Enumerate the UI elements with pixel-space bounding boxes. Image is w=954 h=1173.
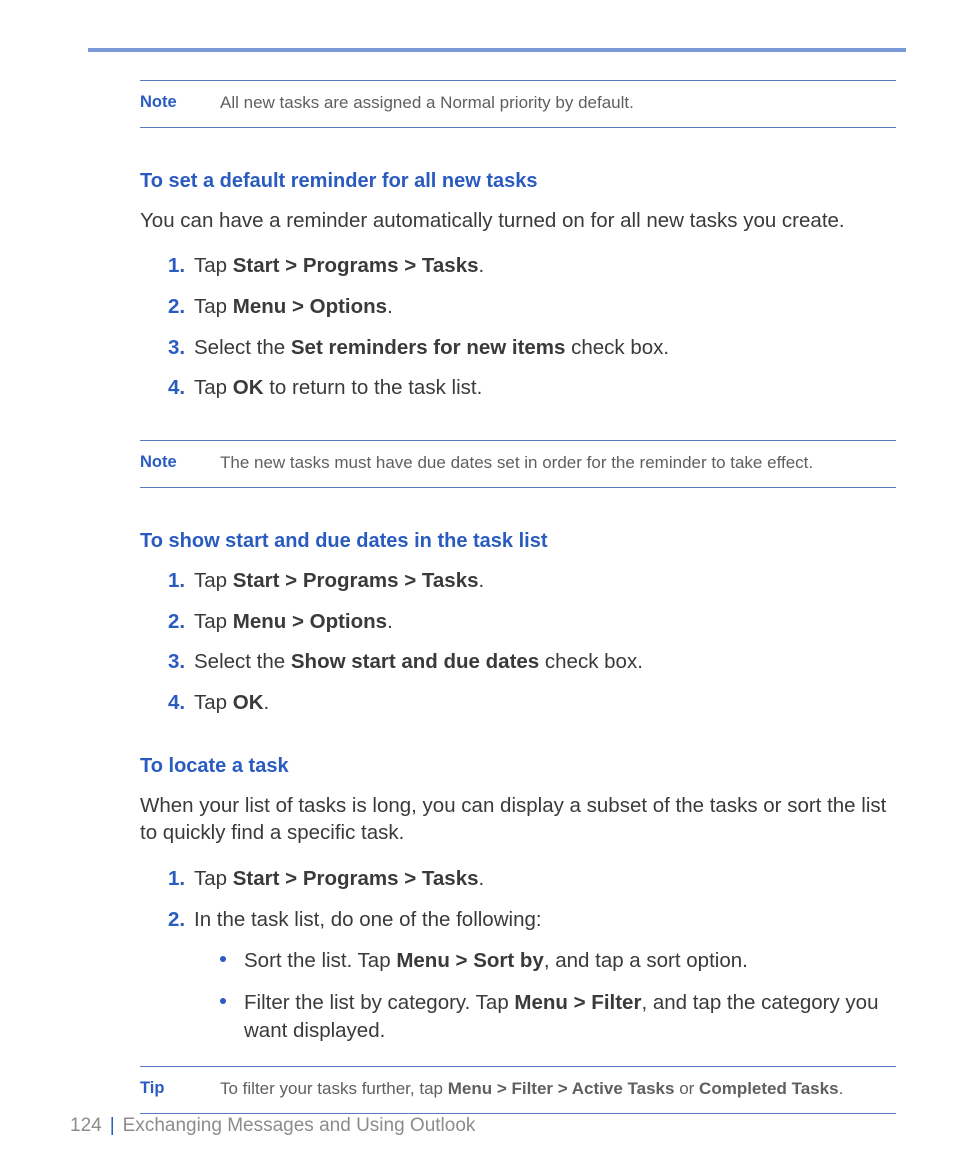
step-item: 3. Select the Set reminders for new item… bbox=[168, 334, 896, 362]
step-text: Tap OK to return to the task list. bbox=[194, 376, 482, 399]
tip-text: To filter your tasks further, tap Menu >… bbox=[220, 1077, 896, 1101]
step-item: 3. Select the Show start and due dates c… bbox=[168, 648, 896, 676]
page-container: Note All new tasks are assigned a Normal… bbox=[0, 0, 954, 1114]
step-item: 2. In the task list, do one of the follo… bbox=[168, 906, 896, 1045]
step-item: 2. Tap Menu > Options. bbox=[168, 293, 896, 321]
step-number: 1. bbox=[168, 865, 190, 893]
sub-bullet-text: Filter the list by category. Tap Menu > … bbox=[244, 991, 879, 1042]
step-text: Select the Set reminders for new items c… bbox=[194, 336, 669, 359]
step-text: Select the Show start and due dates chec… bbox=[194, 650, 643, 673]
section-heading: To set a default reminder for all new ta… bbox=[140, 170, 896, 193]
page-number: 124 bbox=[70, 1115, 102, 1137]
step-number: 1. bbox=[168, 252, 190, 280]
top-horizontal-rule bbox=[88, 48, 906, 52]
chapter-title: Exchanging Messages and Using Outlook bbox=[123, 1115, 476, 1137]
step-text: Tap Start > Programs > Tasks. bbox=[194, 254, 484, 277]
body-paragraph: When your list of tasks is long, you can… bbox=[140, 792, 896, 847]
step-item: 1. Tap Start > Programs > Tasks. bbox=[168, 865, 896, 893]
sub-bullet-item: Sort the list. Tap Menu > Sort by, and t… bbox=[220, 947, 896, 975]
step-number: 4. bbox=[168, 689, 190, 717]
step-number: 2. bbox=[168, 608, 190, 636]
step-item: 2. Tap Menu > Options. bbox=[168, 608, 896, 636]
step-number: 4. bbox=[168, 374, 190, 402]
footer-divider: | bbox=[110, 1115, 115, 1137]
ordered-steps: 1. Tap Start > Programs > Tasks. 2. Tap … bbox=[140, 252, 896, 402]
note-label: Note bbox=[140, 91, 220, 115]
ordered-steps: 1. Tap Start > Programs > Tasks. 2. Tap … bbox=[140, 567, 896, 717]
step-text: Tap Start > Programs > Tasks. bbox=[194, 569, 484, 592]
page-footer: 124 | Exchanging Messages and Using Outl… bbox=[70, 1115, 475, 1137]
content-area: Note All new tasks are assigned a Normal… bbox=[90, 80, 906, 1114]
step-number: 1. bbox=[168, 567, 190, 595]
note-block: Note All new tasks are assigned a Normal… bbox=[140, 80, 896, 128]
step-number: 3. bbox=[168, 648, 190, 676]
section-heading: To locate a task bbox=[140, 755, 896, 778]
step-text: Tap Menu > Options. bbox=[194, 610, 393, 633]
step-text: Tap Menu > Options. bbox=[194, 295, 393, 318]
sub-bullet-item: Filter the list by category. Tap Menu > … bbox=[220, 989, 896, 1044]
ordered-steps: 1. Tap Start > Programs > Tasks. 2. In t… bbox=[140, 865, 896, 1044]
note-block: Note The new tasks must have due dates s… bbox=[140, 440, 896, 488]
note-text: The new tasks must have due dates set in… bbox=[220, 451, 896, 475]
bullet-icon bbox=[220, 956, 226, 962]
tip-label: Tip bbox=[140, 1077, 220, 1101]
step-text: Tap OK. bbox=[194, 691, 269, 714]
step-text: Tap Start > Programs > Tasks. bbox=[194, 867, 484, 890]
tip-block: Tip To filter your tasks further, tap Me… bbox=[140, 1066, 896, 1114]
step-item: 1. Tap Start > Programs > Tasks. bbox=[168, 252, 896, 280]
sub-bullet-list: Sort the list. Tap Menu > Sort by, and t… bbox=[194, 947, 896, 1044]
sub-bullet-text: Sort the list. Tap Menu > Sort by, and t… bbox=[244, 949, 748, 972]
section-heading: To show start and due dates in the task … bbox=[140, 530, 896, 553]
step-text: In the task list, do one of the followin… bbox=[194, 908, 542, 931]
note-label: Note bbox=[140, 451, 220, 475]
step-item: 1. Tap Start > Programs > Tasks. bbox=[168, 567, 896, 595]
step-item: 4. Tap OK. bbox=[168, 689, 896, 717]
step-number: 2. bbox=[168, 906, 190, 934]
body-paragraph: You can have a reminder automatically tu… bbox=[140, 207, 896, 235]
step-number: 3. bbox=[168, 334, 190, 362]
note-text: All new tasks are assigned a Normal prio… bbox=[220, 91, 896, 115]
step-item: 4. Tap OK to return to the task list. bbox=[168, 374, 896, 402]
bullet-icon bbox=[220, 998, 226, 1004]
step-number: 2. bbox=[168, 293, 190, 321]
